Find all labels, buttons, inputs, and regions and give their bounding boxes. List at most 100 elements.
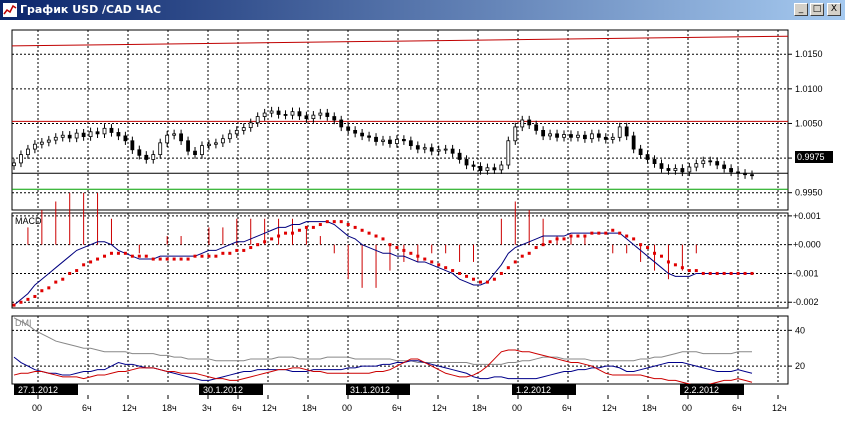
candle	[144, 154, 149, 160]
candle	[255, 116, 260, 124]
signal-dot	[569, 234, 573, 238]
candle	[53, 136, 58, 141]
signal-dot	[527, 251, 531, 255]
signal-dot	[722, 271, 726, 275]
candle	[381, 139, 385, 142]
chart-app-icon	[3, 3, 17, 17]
candle	[450, 148, 455, 154]
signal-dot	[96, 257, 100, 261]
candle	[541, 129, 546, 137]
signal-dot	[158, 257, 162, 261]
signal-dot	[562, 237, 566, 241]
signal-dot	[277, 234, 281, 238]
signal-dot	[144, 254, 148, 258]
candle	[207, 143, 211, 147]
signal-dot	[325, 220, 329, 224]
signal-dot	[61, 277, 65, 281]
candle	[12, 162, 16, 167]
close-button[interactable]: X	[827, 3, 841, 16]
candle	[116, 132, 121, 137]
candle	[464, 159, 469, 166]
signal-dot	[103, 254, 107, 258]
signal-dot	[478, 280, 482, 284]
signal-dot	[492, 277, 496, 281]
dmi-tick-label: 20	[795, 361, 805, 371]
candle	[715, 161, 720, 166]
signal-dot	[680, 266, 684, 270]
chart-canvas[interactable]: 1.01501.01001.00501.00000.9950 0.9975 +0…	[0, 20, 845, 422]
price-panel[interactable]: 1.01501.01001.00501.00000.9950 0.9975	[11, 29, 833, 211]
signal-dot	[284, 231, 288, 235]
signal-dot	[597, 231, 601, 235]
candle	[415, 145, 420, 150]
signal-dot	[548, 240, 552, 244]
candle	[95, 131, 100, 135]
hour-label: 6ч	[392, 403, 402, 413]
price-tick-label: 1.0050	[795, 118, 823, 128]
macd-tick-label: +0.000	[793, 240, 821, 250]
candle	[513, 126, 518, 142]
dmi-panel[interactable]: 40 20 DMI	[11, 315, 805, 387]
signal-dot	[666, 260, 670, 264]
signal-dot	[416, 254, 420, 258]
candle	[527, 119, 532, 126]
signal-dot	[207, 254, 211, 258]
signal-dot	[472, 277, 476, 281]
signal-dot	[750, 271, 754, 275]
hour-label: 6ч	[562, 403, 572, 413]
candle	[311, 114, 316, 120]
signal-dot	[423, 257, 427, 261]
chart-window: 1.01501.01001.00501.00000.9950 0.9975 +0…	[0, 20, 845, 422]
signal-dot	[200, 254, 204, 258]
candle	[123, 135, 128, 142]
candle	[74, 132, 79, 139]
signal-dot	[339, 220, 343, 224]
signal-dot	[430, 260, 434, 264]
candle	[200, 145, 204, 156]
hour-label: 00	[682, 403, 692, 413]
signal-dot	[395, 246, 399, 250]
candle	[137, 149, 142, 156]
candle	[165, 134, 170, 144]
candle	[701, 160, 706, 165]
minimize-button[interactable]: _	[794, 3, 808, 16]
macd-tick-label: -0.002	[793, 297, 819, 307]
signal-dot	[743, 271, 747, 275]
date-label: 1.2.2012	[516, 385, 551, 395]
signal-dot	[673, 263, 677, 267]
date-label: 27.1.2012	[18, 385, 58, 395]
signal-dot	[360, 228, 364, 232]
signal-dot	[82, 263, 86, 267]
candle	[478, 165, 483, 171]
signal-dot	[12, 303, 16, 307]
signal-dot	[687, 269, 691, 273]
signal-dot	[75, 269, 79, 273]
candle	[680, 168, 685, 173]
hour-label: 12ч	[772, 403, 787, 413]
candle	[520, 119, 525, 128]
candle	[443, 148, 448, 151]
price-tick-label: 1.0150	[795, 49, 823, 59]
time-axis: 27.1.2012 30.1.2012 31.1.2012 1.2.2012 2.2.2…	[14, 384, 787, 413]
candle	[589, 133, 594, 140]
candle	[367, 135, 371, 138]
signal-dot	[458, 271, 462, 275]
window-titlebar[interactable]: График USD /CAD ЧАС _ □ X	[0, 0, 845, 20]
candle	[750, 174, 754, 177]
date-label: 31.1.2012	[350, 385, 390, 395]
signal-dot	[444, 266, 448, 270]
signal-dot	[708, 271, 712, 275]
maximize-button[interactable]: □	[810, 3, 824, 16]
signal-dot	[625, 234, 629, 238]
candle	[576, 134, 580, 138]
candle	[492, 167, 497, 171]
candle	[429, 147, 434, 152]
signal-dot	[632, 237, 636, 241]
signal-dot	[541, 243, 545, 247]
signal-dot	[165, 257, 169, 261]
macd-tick-label: +0.001	[793, 211, 821, 221]
candle	[485, 167, 490, 171]
signal-dot	[228, 251, 232, 255]
signal-dot	[54, 280, 58, 284]
signal-dot	[513, 260, 517, 264]
